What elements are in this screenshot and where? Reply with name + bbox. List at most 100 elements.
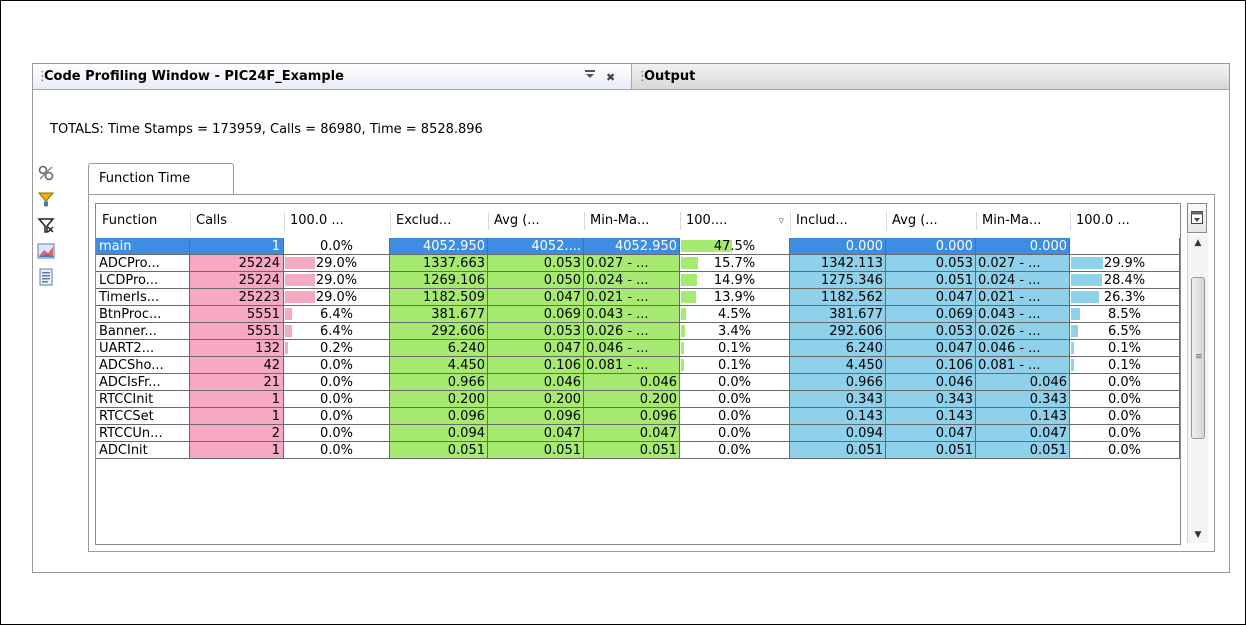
col-function-cell: ADCSho... xyxy=(96,357,190,374)
table-row[interactable]: UART2... 132 0.2% 6.240 0.047 0.046 - ... 0.1%… xyxy=(96,340,1180,358)
col-inclusive-avg-cell: 0.046 xyxy=(886,374,976,391)
col-calls-percent-header[interactable]: 100.0 ... xyxy=(284,204,390,238)
col-calls-value: 1 xyxy=(271,239,280,254)
col-exclusive-avg-cell: 0.053 xyxy=(488,323,584,340)
scroll-up-icon[interactable]: ▲ xyxy=(1188,235,1208,251)
table-row[interactable]: ADCInit 1 0.0% 0.051 0.051 0.051 0.0% 0.051 0.05… xyxy=(96,442,1180,460)
col-exclusive-minmax-value: 0.021 - ... xyxy=(586,290,649,305)
col-exclusive-cell: 0.096 xyxy=(390,408,488,425)
col-inclusive-avg-value: 0.053 xyxy=(935,324,973,339)
col-exclusive-value: 4052.950 xyxy=(422,239,485,254)
col-calls-header[interactable]: Calls xyxy=(190,204,284,238)
col-calls-percent-value: 29.0% xyxy=(315,256,358,271)
col-function-cell: ADCIsFr... xyxy=(96,374,190,391)
table-row[interactable]: ADCSho... 42 0.0% 4.450 0.106 0.081 - ... 0.1%… xyxy=(96,357,1180,375)
col-inclusive-percent-value: 6.5% xyxy=(1107,324,1142,339)
col-inclusive-avg-cell: 0.106 xyxy=(886,357,976,374)
column-divider[interactable] xyxy=(976,212,977,230)
table-row[interactable]: main 1 0.0% 4052.950 4052.... 4052.950 47.5% 0.… xyxy=(96,238,1180,256)
col-inclusive-cell: 0.143 xyxy=(790,408,886,425)
col-inclusive-minmax-header[interactable]: Min-Ma... xyxy=(976,204,1070,238)
col-exclusive-minmax-cell: 0.047 xyxy=(584,425,680,442)
scrollbar-thumb[interactable]: ≡ xyxy=(1191,277,1205,439)
col-inclusive-percent-header[interactable]: 100.0 ... xyxy=(1070,204,1180,238)
column-divider[interactable] xyxy=(886,212,887,230)
table-row[interactable]: Banner... 5551 6.4% 292.606 0.053 0.026 - ...… xyxy=(96,323,1180,341)
table-row[interactable]: LCDPro... 25224 29.0% 1269.106 0.050 0.024 - … xyxy=(96,272,1180,290)
col-inclusive-avg-header[interactable]: Avg (... xyxy=(886,204,976,238)
table-row[interactable]: BtnProc... 5551 6.4% 381.677 0.069 0.043 - ..… xyxy=(96,306,1180,324)
column-divider[interactable] xyxy=(584,212,585,230)
col-function-header[interactable]: Function xyxy=(96,204,190,238)
col-calls-value: 25224 xyxy=(238,273,280,288)
col-inclusive-avg-value: 0.069 xyxy=(935,307,973,322)
drag-grip-icon[interactable]: ⋮ xyxy=(636,64,649,89)
col-function-cell: TimerIs... xyxy=(96,289,190,306)
col-inclusive-minmax-value: 0.343 xyxy=(1029,392,1067,407)
col-function-value: UART2... xyxy=(99,341,155,356)
col-exclusive-cell: 4052.950 xyxy=(390,238,488,255)
col-function-value: TimerIs... xyxy=(99,290,160,305)
col-function-value: ADCIsFr... xyxy=(99,375,161,390)
col-calls-value: 25223 xyxy=(238,290,280,305)
col-calls-value: 1 xyxy=(271,392,280,407)
report-icon[interactable] xyxy=(37,268,55,286)
col-inclusive-value: 381.677 xyxy=(829,307,883,322)
col-inclusive-minmax-cell: 0.027 - ... xyxy=(976,255,1070,272)
col-exclusive-minmax-cell: 0.046 xyxy=(584,374,680,391)
column-divider[interactable] xyxy=(488,212,489,230)
filter-icon[interactable] xyxy=(37,190,55,208)
table-row[interactable]: TimerIs... 25223 29.0% 1182.509 0.047 0.021 -… xyxy=(96,289,1180,307)
column-divider[interactable] xyxy=(1070,212,1071,230)
percent-bar xyxy=(285,325,292,337)
column-divider[interactable] xyxy=(790,212,791,230)
tab-output[interactable]: ⋮Output xyxy=(633,64,1229,89)
col-calls-percent-value: 0.0% xyxy=(319,392,354,407)
col-exclusive-value: 0.200 xyxy=(447,392,485,407)
drag-grip-icon[interactable]: ⋮ xyxy=(36,64,49,89)
column-divider[interactable] xyxy=(190,212,191,230)
col-exclusive-cell: 1269.106 xyxy=(390,272,488,289)
percent-bar xyxy=(1071,257,1103,269)
col-inclusive-minmax-cell: 0.024 - ... xyxy=(976,272,1070,289)
col-calls-value: 132 xyxy=(255,341,280,356)
col-exclusive-minmax-value: 0.046 - ... xyxy=(586,341,649,356)
col-exclusive-percent-value: 0.0% xyxy=(717,426,752,441)
col-inclusive-value: 0.094 xyxy=(845,426,883,441)
col-inclusive-cell: 0.966 xyxy=(790,374,886,391)
col-calls-value: 5551 xyxy=(246,324,280,339)
scroll-down-icon[interactable]: ▼ xyxy=(1188,527,1208,543)
totals-summary: TOTALS: Time Stamps = 173959, Calls = 86… xyxy=(50,122,483,137)
column-divider[interactable] xyxy=(390,212,391,230)
col-function-cell: UART2... xyxy=(96,340,190,357)
tab-menu-icon[interactable] xyxy=(584,64,596,89)
table-row[interactable]: RTCCSet 1 0.0% 0.096 0.096 0.096 0.0% 0.143 0.14… xyxy=(96,408,1180,426)
col-calls-percent-value: 0.2% xyxy=(319,341,354,356)
col-inclusive-header[interactable]: Includ... xyxy=(790,204,886,238)
col-exclusive-percent-cell: 47.5% xyxy=(680,238,790,255)
table-row[interactable]: ADCIsFr... 21 0.0% 0.966 0.046 0.046 0.0% 0.966… xyxy=(96,374,1180,392)
tab-code-profiling-label: Code Profiling Window - PIC24F_Example xyxy=(44,69,344,84)
chart-icon[interactable] xyxy=(37,242,55,260)
table-row[interactable]: ADCPro... 25224 29.0% 1337.663 0.053 0.027 - … xyxy=(96,255,1180,273)
filter-clear-icon[interactable] xyxy=(37,216,55,234)
table-row[interactable]: RTCCInit 1 0.0% 0.200 0.200 0.200 0.0% 0.343 0.3… xyxy=(96,391,1180,409)
column-divider[interactable] xyxy=(680,212,681,230)
tab-function-time[interactable]: Function Time xyxy=(88,163,234,194)
vertical-scrollbar[interactable]: ▲ ≡ ▼ xyxy=(1187,235,1208,543)
col-exclusive-percent-value: 15.7% xyxy=(713,256,756,271)
col-exclusive-minmax-header[interactable]: Min-Ma... xyxy=(584,204,680,238)
column-divider[interactable] xyxy=(284,212,285,230)
table-row[interactable]: RTCCUn... 2 0.0% 0.094 0.047 0.047 0.0% 0.094 0.… xyxy=(96,425,1180,443)
col-exclusive-cell: 4.450 xyxy=(390,357,488,374)
col-exclusive-percent-header[interactable]: 100.... ▿ xyxy=(680,204,790,238)
column-chooser-icon[interactable] xyxy=(1187,203,1207,233)
close-icon[interactable]: ✖ xyxy=(606,65,615,90)
col-exclusive-avg-header[interactable]: Avg (... xyxy=(488,204,584,238)
col-exclusive-header[interactable]: Exclud... xyxy=(390,204,488,238)
settings-icon[interactable] xyxy=(37,164,55,182)
col-calls-percent-cell: 0.0% xyxy=(284,425,390,442)
col-exclusive-avg-cell: 0.047 xyxy=(488,340,584,357)
tab-code-profiling[interactable]: ⋮Code Profiling Window - PIC24F_Example … xyxy=(33,64,632,89)
col-inclusive-percent-value: 0.1% xyxy=(1107,341,1142,356)
